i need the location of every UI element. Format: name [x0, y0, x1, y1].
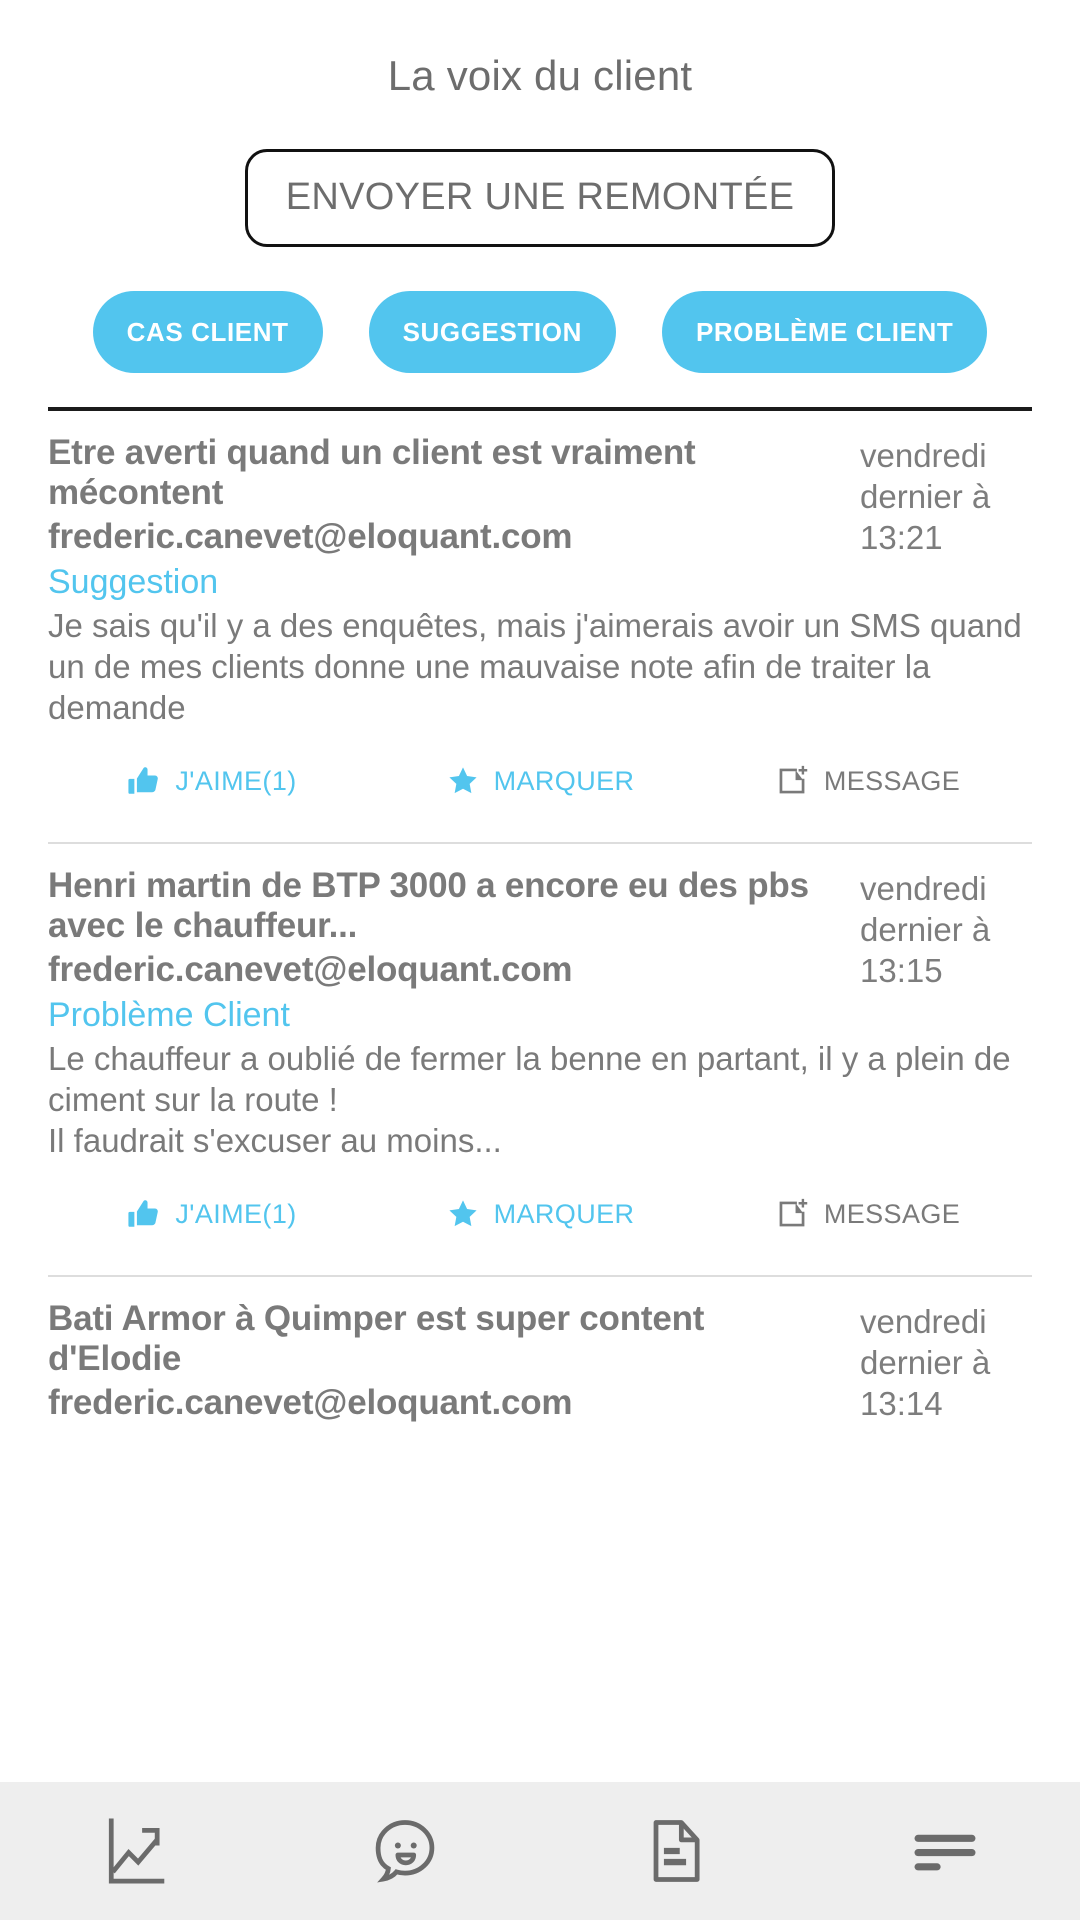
post-body: Je sais qu'il y a des enquêtes, mais j'a…: [48, 607, 1022, 726]
star-icon: [446, 764, 480, 798]
pill-suggestion[interactable]: SUGGESTION: [368, 291, 616, 373]
bottom-navigation: [0, 1782, 1080, 1920]
post-header: Henri martin de BTP 3000 a encore eu des…: [48, 866, 1032, 992]
like-label: J'AIME(1): [175, 765, 297, 796]
post-title: Bati Armor à Quimper est super content d…: [48, 1299, 705, 1378]
chart-trend-icon: [97, 1813, 173, 1889]
post-category: Problème Client: [48, 996, 290, 1034]
mark-button[interactable]: MARQUER: [376, 764, 704, 798]
mark-label: MARQUER: [493, 765, 635, 796]
page-title: La voix du client: [387, 52, 693, 99]
header: La voix du client: [0, 0, 1080, 100]
feedback-feed: Etre averti quand un client est vraiment…: [0, 411, 1080, 1920]
post-timestamp: vendredi dernier à 13:15: [860, 870, 991, 989]
hamburger-menu-icon: [907, 1813, 983, 1889]
post-header-left: Bati Armor à Quimper est super content d…: [48, 1299, 842, 1425]
post-header-left: Etre averti quand un client est vraiment…: [48, 433, 842, 559]
post-actions: J'AIME(1) MARQUER MESSAGE: [48, 764, 1032, 832]
message-label: MESSAGE: [823, 1198, 961, 1229]
post-author-email: frederic.canevet@eloquant.com: [48, 1383, 573, 1422]
post-timestamp: vendredi dernier à 13:14: [860, 1303, 991, 1422]
mark-button[interactable]: MARQUER: [376, 1197, 704, 1231]
post-category: Suggestion: [48, 563, 219, 601]
message-button[interactable]: MESSAGE: [704, 1197, 1032, 1231]
like-button[interactable]: J'AIME(1): [48, 1197, 376, 1231]
post-title: Etre averti quand un client est vraiment…: [48, 433, 696, 512]
feed-post[interactable]: Henri martin de BTP 3000 a encore eu des…: [48, 842, 1032, 1265]
new-message-icon: [776, 1197, 810, 1231]
new-message-icon: [776, 764, 810, 798]
pill-probleme-client[interactable]: PROBLÈME CLIENT: [661, 291, 988, 373]
post-body: Le chauffeur a oublié de fermer la benne…: [48, 1040, 1011, 1159]
primary-action-row: ENVOYER UNE REMONTÉE: [0, 149, 1080, 247]
feed-post[interactable]: Bati Armor à Quimper est super content d…: [48, 1275, 1032, 1425]
send-feedback-button[interactable]: ENVOYER UNE REMONTÉE: [244, 149, 836, 247]
message-label: MESSAGE: [823, 765, 961, 796]
app-screen: La voix du client ENVOYER UNE REMONTÉE C…: [0, 0, 1080, 1920]
feed-post[interactable]: Etre averti quand un client est vraiment…: [48, 411, 1032, 832]
post-header-left: Henri martin de BTP 3000 a encore eu des…: [48, 866, 842, 992]
thumbs-up-icon: [127, 1197, 161, 1231]
post-actions: J'AIME(1) MARQUER MESSAGE: [48, 1197, 1032, 1265]
smiley-speech-bubble-icon: [367, 1813, 443, 1889]
post-timestamp: vendredi dernier à 13:21: [860, 437, 991, 556]
message-button[interactable]: MESSAGE: [704, 764, 1032, 798]
post-author-email: frederic.canevet@eloquant.com: [48, 950, 573, 989]
thumbs-up-icon: [127, 764, 161, 798]
post-title: Henri martin de BTP 3000 a encore eu des…: [48, 866, 809, 945]
category-filter-bar: CAS CLIENT SUGGESTION PROBLÈME CLIENT: [0, 291, 1080, 373]
document-icon: [637, 1813, 713, 1889]
post-header: Etre averti quand un client est vraiment…: [48, 433, 1032, 559]
like-button[interactable]: J'AIME(1): [48, 764, 376, 798]
nav-menu[interactable]: [810, 1813, 1080, 1889]
star-icon: [446, 1197, 480, 1231]
mark-label: MARQUER: [493, 1198, 635, 1229]
pill-cas-client[interactable]: CAS CLIENT: [92, 291, 323, 373]
nav-feedback[interactable]: [270, 1813, 540, 1889]
nav-documents[interactable]: [540, 1813, 810, 1889]
nav-statistics[interactable]: [0, 1813, 270, 1889]
post-header: Bati Armor à Quimper est super content d…: [48, 1299, 1032, 1425]
like-label: J'AIME(1): [175, 1198, 297, 1229]
post-author-email: frederic.canevet@eloquant.com: [48, 517, 573, 556]
